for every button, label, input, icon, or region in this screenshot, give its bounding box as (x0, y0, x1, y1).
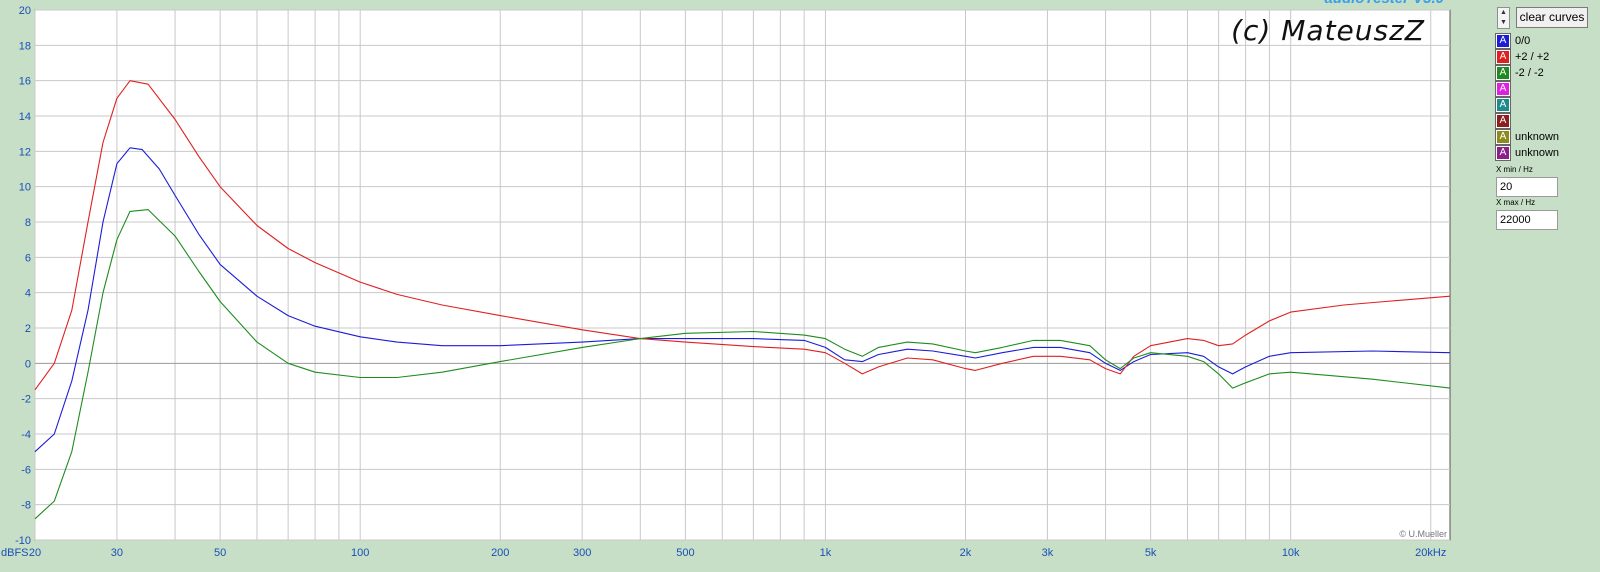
legend-label: unknown (1515, 131, 1560, 143)
x-tick-label: 500 (676, 547, 694, 559)
legend-item[interactable]: Aunknown (1495, 129, 1560, 145)
curve-spinner[interactable]: ▲ ▼ (1497, 7, 1510, 29)
frequency-response-chart: audioTester V3.020181614121086420-2-4-6-… (1, 0, 1451, 559)
x-tick-label: 20 (29, 547, 41, 559)
y-tick-label: 0 (25, 358, 31, 370)
x-tick-label: 300 (573, 547, 591, 559)
y-tick-label: 12 (19, 146, 31, 158)
legend-label: -2 / -2 (1515, 67, 1544, 79)
legend-label: unknown (1515, 147, 1560, 159)
curve-toggle-swatch[interactable]: A (1495, 129, 1511, 145)
y-tick-label: -4 (21, 429, 31, 441)
y-tick-label: -8 (21, 500, 31, 512)
x-tick-label: 200 (491, 547, 509, 559)
legend-label: 0/0 (1515, 35, 1531, 47)
plot-area (34, 9, 1451, 541)
curve-toggle-swatch[interactable]: A (1495, 49, 1511, 65)
y-tick-label: 16 (19, 76, 31, 88)
spinner-down-icon[interactable]: ▼ (1498, 18, 1509, 28)
x-tick-label: 50 (214, 547, 226, 559)
curve-toggle-swatch[interactable]: A (1495, 113, 1511, 129)
app-title: audioTester V3.0 (1325, 0, 1445, 7)
y-tick-label: 18 (19, 40, 31, 52)
curve-toggle-swatch[interactable]: A (1495, 97, 1511, 113)
xmax-label: X max / Hz (1496, 198, 1536, 207)
legend-item[interactable]: A (1495, 81, 1559, 97)
x-tick-label: 100 (351, 547, 369, 559)
legend-item[interactable]: A 0/0 (1495, 33, 1559, 49)
y-tick-label: -6 (21, 464, 31, 476)
legend-item[interactable]: A +2 / +2 (1495, 49, 1559, 65)
x-tick-label: 2k (960, 547, 972, 559)
y-tick-label: 10 (19, 182, 31, 194)
legend-label: +2 / +2 (1515, 51, 1550, 63)
legend-item[interactable]: A (1495, 113, 1559, 129)
curve-toggle-swatch[interactable]: A (1495, 145, 1511, 161)
control-panel: ▲ ▼ clear curves A 0/0 A +2 / +2 A -2 / -2 A A A… (1487, 0, 1600, 572)
spinner-up-icon[interactable]: ▲ (1498, 8, 1509, 18)
y-tick-label: -10 (15, 535, 31, 547)
y-tick-label: 20 (19, 5, 31, 17)
x-tick-label: 5k (1145, 547, 1157, 559)
curve-toggle-swatch[interactable]: A (1495, 65, 1511, 81)
watermark-text: (c) MateuszZ (1231, 14, 1425, 47)
x-tick-label: 10k (1282, 547, 1300, 559)
xmin-input[interactable] (1496, 177, 1558, 197)
y-tick-label: 2 (25, 323, 31, 335)
y-tick-label: 4 (25, 288, 31, 300)
y-tick-label: 14 (19, 111, 31, 123)
curve-toggle-swatch[interactable]: A (1495, 33, 1511, 49)
x-tick-label: 1k (820, 547, 832, 559)
credit-text: © U.Mueller (1399, 529, 1447, 539)
xmin-label: X min / Hz (1496, 165, 1533, 174)
clear-curves-button[interactable]: clear curves (1516, 7, 1588, 28)
legend-item[interactable]: A (1495, 97, 1559, 113)
curve-legend: A 0/0 A +2 / +2 A -2 / -2 A A A Aunknown Aunknown (1495, 33, 1560, 161)
curve-toggle-swatch[interactable]: A (1495, 81, 1511, 97)
legend-item[interactable]: Aunknown (1495, 145, 1560, 161)
xmax-input[interactable] (1496, 210, 1558, 230)
y-unit-label: dBFS (1, 547, 29, 559)
x-tick-label: 3k (1042, 547, 1054, 559)
x-tick-label: 30 (111, 547, 123, 559)
y-tick-label: 8 (25, 217, 31, 229)
y-tick-label: -2 (21, 394, 31, 406)
x-tick-label: 20kHz (1415, 547, 1446, 559)
legend-item[interactable]: A -2 / -2 (1495, 65, 1559, 81)
y-tick-label: 6 (25, 252, 31, 264)
